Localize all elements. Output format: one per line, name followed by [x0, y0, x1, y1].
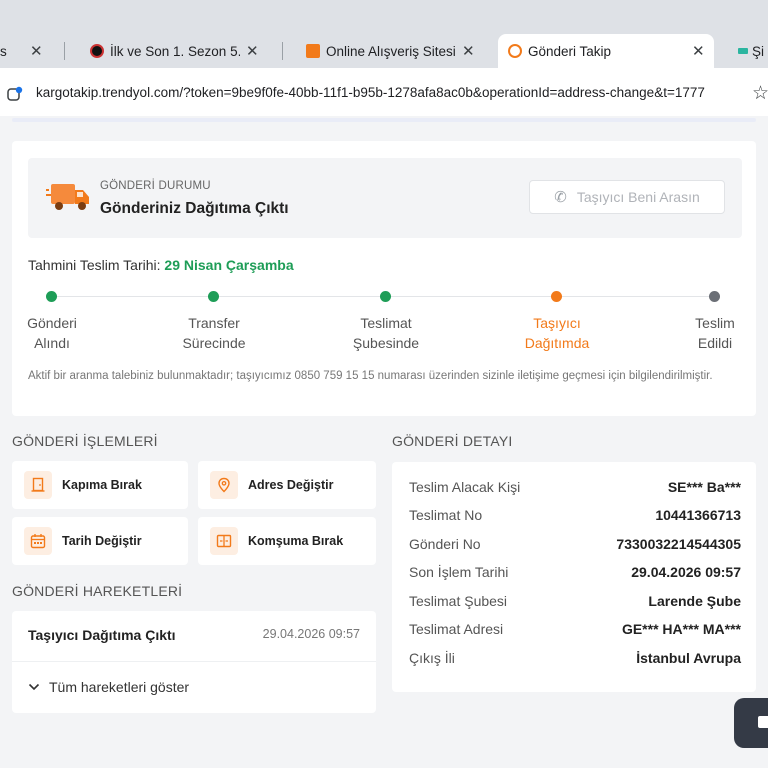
tab-favicon-icon: [508, 44, 522, 58]
step-dot-pending: [709, 291, 720, 302]
tab-favicon-icon: [738, 48, 748, 54]
eta-label: Tahmini Teslim Tarihi:: [28, 257, 161, 273]
action-label: Komşuma Bırak: [248, 534, 344, 548]
movements-card: Taşıyıcı Dağıtıma Çıktı 29.04.2026 09:57…: [12, 611, 376, 713]
detail-row: Son İşlem Tarihi 29.04.2026 09:57: [409, 564, 741, 580]
detail-row: Gönderi No 7330032214544305: [409, 536, 741, 552]
status-label: GÖNDERİ DURUMU: [100, 180, 211, 192]
tab-title: Online Alışveriş Sitesi, T: [326, 43, 456, 59]
step-label: Teslim Edildi: [695, 315, 735, 351]
step-label: Gönderi Alındı: [27, 315, 77, 351]
tab-title: s: [0, 43, 7, 59]
leave-at-door-button[interactable]: Kapıma Bırak: [12, 461, 188, 509]
bookmark-star-icon[interactable]: ☆: [752, 82, 768, 105]
close-icon[interactable]: ✕: [30, 42, 43, 60]
estimated-delivery: Tahmini Teslim Tarihi: 29 Nisan Çarşamba: [28, 257, 294, 273]
operations-title: GÖNDERİ İŞLEMLERİ: [12, 433, 158, 449]
tab-title: İlk ve Son 1. Sezon 5. B: [110, 43, 240, 59]
step-dot-done: [208, 291, 219, 302]
detail-row: Teslimat Adresi GE*** HA*** MA***: [409, 621, 741, 637]
divider: [12, 118, 756, 122]
step-dot-active: [551, 291, 562, 302]
chevron-down-icon: [28, 683, 40, 691]
show-all-movements-button[interactable]: Tüm hareketleri göster: [28, 679, 189, 695]
tab-favicon-icon: [90, 44, 104, 58]
browser-tab-active[interactable]: Gönderi Takip ✕: [498, 34, 714, 68]
status-value: Gönderiniz Dağıtıma Çıktı: [100, 200, 289, 217]
tab-title: Şi: [752, 43, 765, 59]
phone-icon: ✆: [554, 189, 567, 206]
action-label: Kapıma Bırak: [62, 478, 142, 492]
tab-favicon-icon: [306, 44, 320, 58]
step-label-active: Taşıyıcı Dağıtımda: [524, 315, 590, 351]
close-icon[interactable]: ✕: [246, 42, 259, 60]
browser-tab-strip: s ✕ İlk ve Son 1. Sezon 5. B ✕ Online Al…: [0, 0, 768, 68]
divider: [12, 661, 376, 662]
shipment-status-card: GÖNDERİ DURUMU Gönderiniz Dağıtıma Çıktı…: [12, 141, 756, 416]
location-pin-icon: [210, 471, 238, 499]
browser-tab[interactable]: s ✕: [0, 34, 60, 68]
change-address-button[interactable]: Adres Değiştir: [198, 461, 376, 509]
call-request-info: Aktif bir aranma talebiniz bulunmaktadır…: [28, 370, 713, 382]
calendar-icon: [24, 527, 52, 555]
neighbor-doors-icon: [210, 527, 238, 555]
show-all-label: Tüm hareketleri göster: [49, 679, 190, 695]
call-me-button[interactable]: ✆ Taşıyıcı Beni Arasın: [529, 180, 725, 214]
site-info-icon[interactable]: [7, 86, 23, 102]
door-icon: [24, 471, 52, 499]
detail-row: Çıkış İli İstanbul Avrupa: [409, 650, 741, 666]
shipment-detail-card: Teslim Alacak Kişi SE*** Ba*** Teslimat N…: [392, 462, 756, 692]
page-content: GÖNDERİ DURUMU Gönderiniz Dağıtıma Çıktı…: [0, 116, 768, 768]
chat-icon: [758, 716, 768, 728]
change-date-button[interactable]: Tarih Değiştir: [12, 517, 188, 565]
truck-icon: [46, 184, 89, 210]
details-title: GÖNDERİ DETAYI: [392, 433, 513, 449]
last-movement-title: Taşıyıcı Dağıtıma Çıktı: [28, 627, 176, 643]
action-label: Tarih Değiştir: [62, 534, 142, 548]
movements-title: GÖNDERİ HAREKETLERİ: [12, 583, 183, 599]
step-label: Transfer Sürecinde: [182, 315, 246, 351]
detail-row: Teslimat No 10441366713: [409, 507, 741, 523]
step-dot-done: [380, 291, 391, 302]
detail-row: Teslimat Şubesi Larende Şube: [409, 593, 741, 609]
status-header: GÖNDERİ DURUMU Gönderiniz Dağıtıma Çıktı…: [28, 158, 742, 238]
action-label: Adres Değiştir: [248, 478, 334, 492]
last-movement-date: 29.04.2026 09:57: [262, 627, 360, 641]
browser-tab[interactable]: Online Alışveriş Sitesi, T ✕: [306, 34, 486, 68]
url-field[interactable]: kargotakip.trendyol.com/?token=9be9f0fe-…: [36, 85, 736, 100]
leave-with-neighbor-button[interactable]: Komşuma Bırak: [198, 517, 376, 565]
chat-support-button[interactable]: [734, 698, 768, 748]
close-icon[interactable]: ✕: [462, 42, 475, 60]
detail-row: Teslim Alacak Kişi SE*** Ba***: [409, 479, 741, 495]
step-dot-done: [46, 291, 57, 302]
browser-tab[interactable]: İlk ve Son 1. Sezon 5. B ✕: [90, 34, 270, 68]
tab-title: Gönderi Takip: [528, 43, 612, 59]
step-label: Teslimat Şubesinde: [352, 315, 420, 351]
eta-date: 29 Nisan Çarşamba: [164, 257, 294, 273]
browser-tab[interactable]: Şi: [738, 34, 768, 68]
close-icon[interactable]: ✕: [692, 42, 705, 60]
call-me-label: Taşıyıcı Beni Arasın: [576, 189, 700, 205]
